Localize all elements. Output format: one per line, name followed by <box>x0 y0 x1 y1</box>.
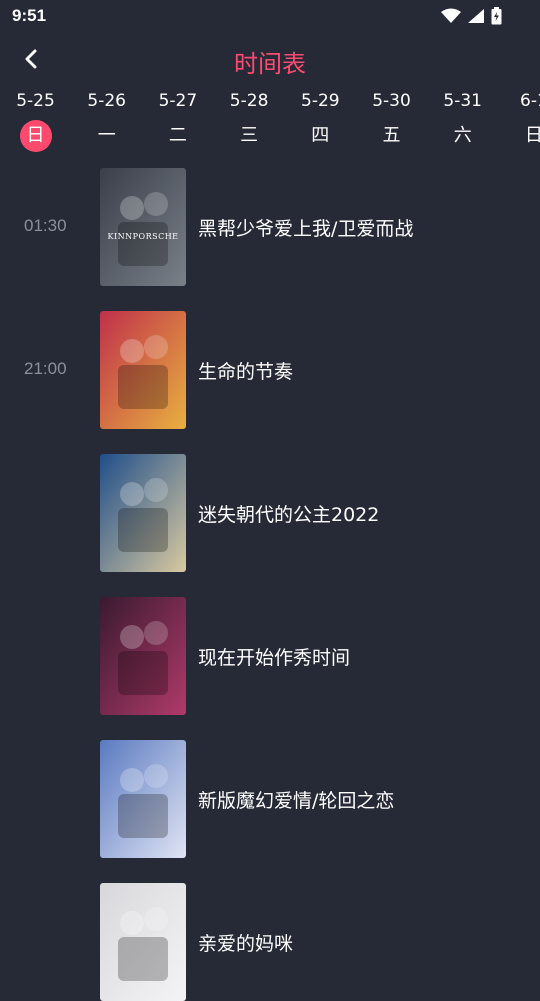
show-title: 生命的节奏 <box>198 361 294 383</box>
date-label: 5-30 <box>372 91 411 111</box>
day-label: 六 <box>453 125 472 146</box>
date-label: 5-25 <box>16 91 55 111</box>
date-tab[interactable]: 5-27 二 <box>142 90 213 156</box>
page-title: 时间表 <box>234 50 306 78</box>
date-tab[interactable]: 5-29 四 <box>285 90 356 156</box>
show-title: 新版魔幻爱情/轮回之恋 <box>198 790 395 812</box>
selected-day-badge: 日 <box>19 120 52 152</box>
show-title: 亲爱的妈咪 <box>198 933 294 955</box>
poster-image[interactable] <box>100 597 186 715</box>
poster-image[interactable] <box>100 883 186 1001</box>
date-tab[interactable]: 6-1 日 <box>498 90 540 156</box>
date-tab[interactable]: 5-26 一 <box>71 90 142 156</box>
date-label: 5-28 <box>229 91 269 111</box>
day-label: 一 <box>97 125 116 146</box>
poster-image[interactable] <box>100 454 186 572</box>
schedule-item[interactable]: 亲爱的妈咪 <box>0 881 540 1001</box>
air-time: 01:30 <box>24 216 67 235</box>
status-icons <box>441 6 502 26</box>
date-label: 5-27 <box>158 91 198 111</box>
poster-title-text: KINNPORSCHE <box>107 232 179 241</box>
poster-image[interactable]: KINNPORSCHE <box>100 168 186 286</box>
show-title: 黑帮少爷爱上我/卫爱而战 <box>198 218 414 240</box>
schedule-item[interactable]: 21:00 生命的节奏 <box>0 309 540 429</box>
show-title: 现在开始作秀时间 <box>198 647 351 669</box>
poster-image[interactable] <box>100 740 186 858</box>
battery-icon <box>491 7 502 25</box>
date-tab[interactable]: 5-28 三 <box>214 90 285 156</box>
date-tab[interactable]: 5-31 六 <box>427 90 498 156</box>
day-label: 日 <box>524 125 540 146</box>
status-bar: 9:51 <box>0 0 540 34</box>
wifi-icon <box>441 8 461 24</box>
date-label: 5-31 <box>443 91 482 111</box>
signal-icon <box>467 8 485 24</box>
date-strip: 5-25 日 5-26 一 5-27 二 5-28 三 5-29 四 5-30 五 5-31 六 6-1 日 <box>0 90 540 156</box>
day-label: 四 <box>311 125 330 146</box>
header: 时间表 <box>0 38 540 82</box>
schedule-item[interactable]: 现在开始作秀时间 <box>0 595 540 715</box>
show-title: 迷失朝代的公主2022 <box>198 504 380 526</box>
schedule-item[interactable]: 迷失朝代的公主2022 <box>0 452 540 572</box>
day-label: 二 <box>168 125 187 146</box>
schedule-item[interactable]: 01:30 KINNPORSCHE 黑帮少爷爱上我/卫爱而战 <box>0 166 540 286</box>
day-label: 五 <box>382 125 401 146</box>
date-label: 5-26 <box>87 91 126 111</box>
poster-image[interactable] <box>100 311 186 429</box>
date-tab[interactable]: 5-30 五 <box>356 90 427 156</box>
status-time: 9:51 <box>12 6 47 25</box>
date-tab[interactable]: 5-25 日 <box>0 90 71 156</box>
date-label: 6-1 <box>520 91 540 111</box>
date-label: 5-29 <box>301 91 340 111</box>
schedule-item[interactable]: 新版魔幻爱情/轮回之恋 <box>0 738 540 858</box>
day-label: 三 <box>240 125 259 146</box>
air-time: 21:00 <box>24 359 67 378</box>
